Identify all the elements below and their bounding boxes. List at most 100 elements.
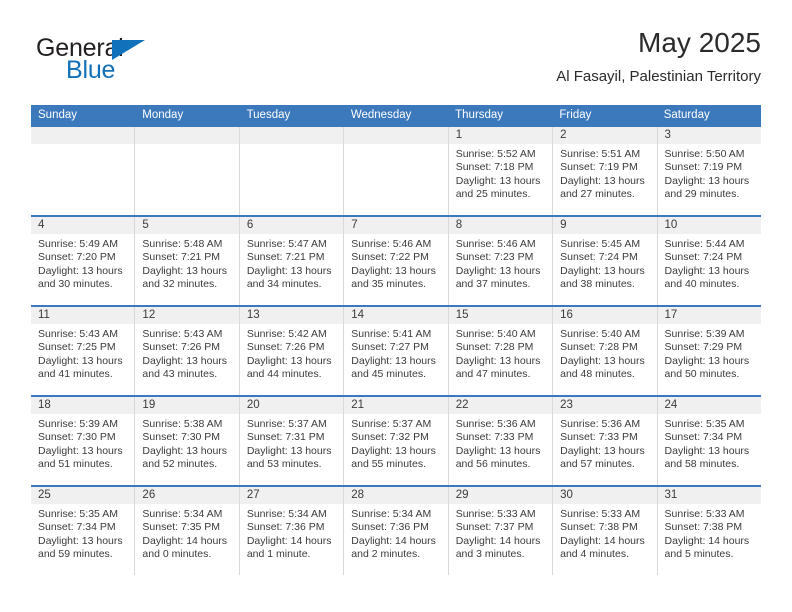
- sunset-text: Sunset: 7:26 PM: [246, 341, 325, 354]
- day-info: Sunrise: 5:37 AM Sunset: 7:31 PM Dayligh…: [240, 414, 343, 472]
- day-number: 24: [657, 397, 761, 414]
- day-info: Sunrise: 5:47 AM Sunset: 7:21 PM Dayligh…: [240, 234, 343, 292]
- sunrise-text: Sunrise: 5:33 AM: [664, 508, 745, 520]
- day-cell[interactable]: 22 Sunrise: 5:36 AM Sunset: 7:33 PM Dayl…: [448, 397, 554, 485]
- daylight-text: Daylight: 13 hours and 55 minutes.: [351, 444, 436, 471]
- day-cell[interactable]: 19 Sunrise: 5:38 AM Sunset: 7:30 PM Dayl…: [135, 397, 240, 485]
- day-cell[interactable]: 15 Sunrise: 5:40 AM Sunset: 7:28 PM Dayl…: [448, 307, 554, 395]
- daylight-text: Daylight: 13 hours and 50 minutes.: [664, 354, 750, 381]
- day-info: Sunrise: 5:43 AM Sunset: 7:26 PM Dayligh…: [135, 324, 238, 382]
- sunrise-text: Sunrise: 5:33 AM: [455, 508, 536, 520]
- day-cell[interactable]: 5 Sunrise: 5:48 AM Sunset: 7:21 PM Dayli…: [135, 217, 240, 305]
- day-cell[interactable]: 17 Sunrise: 5:39 AM Sunset: 7:29 PM Dayl…: [657, 307, 761, 395]
- day-cell[interactable]: 3 Sunrise: 5:50 AM Sunset: 7:19 PM Dayli…: [657, 127, 761, 215]
- daylight-text: Daylight: 13 hours and 34 minutes.: [246, 264, 332, 291]
- sunrise-text: Sunrise: 5:33 AM: [560, 508, 641, 520]
- sunset-text: Sunset: 7:22 PM: [351, 251, 429, 264]
- day-cell[interactable]: 6 Sunrise: 5:47 AM Sunset: 7:21 PM Dayli…: [239, 217, 345, 305]
- day-cell: [344, 127, 449, 215]
- daylight-text: Daylight: 13 hours and 57 minutes.: [560, 444, 645, 471]
- day-cell[interactable]: 14 Sunrise: 5:41 AM Sunset: 7:27 PM Dayl…: [344, 307, 449, 395]
- day-number: 23: [553, 397, 657, 414]
- day-cell[interactable]: 12 Sunrise: 5:43 AM Sunset: 7:26 PM Dayl…: [135, 307, 240, 395]
- daylight-text: Daylight: 13 hours and 47 minutes.: [455, 354, 541, 381]
- day-cell[interactable]: 27 Sunrise: 5:34 AM Sunset: 7:36 PM Dayl…: [239, 487, 345, 575]
- sunrise-text: Sunrise: 5:34 AM: [142, 508, 223, 520]
- sunrise-text: Sunrise: 5:37 AM: [351, 418, 432, 430]
- sunrise-text: Sunrise: 5:51 AM: [560, 148, 641, 160]
- day-cell[interactable]: 16 Sunrise: 5:40 AM Sunset: 7:28 PM Dayl…: [553, 307, 658, 395]
- day-cell[interactable]: 29 Sunrise: 5:33 AM Sunset: 7:37 PM Dayl…: [448, 487, 554, 575]
- daylight-text: Daylight: 13 hours and 53 minutes.: [246, 444, 332, 471]
- day-cell[interactable]: 20 Sunrise: 5:37 AM Sunset: 7:31 PM Dayl…: [239, 397, 345, 485]
- day-info: Sunrise: 5:35 AM Sunset: 7:34 PM Dayligh…: [31, 504, 134, 562]
- brand-name-bottom: Blue: [66, 56, 116, 84]
- daylight-text: Daylight: 13 hours and 27 minutes.: [560, 174, 645, 201]
- day-info: Sunrise: 5:41 AM Sunset: 7:27 PM Dayligh…: [344, 324, 447, 382]
- day-info: Sunrise: 5:52 AM Sunset: 7:18 PM Dayligh…: [449, 144, 552, 202]
- page-subtitle: Al Fasayil, Palestinian Territory: [556, 68, 761, 85]
- sunset-text: Sunset: 7:35 PM: [142, 521, 221, 534]
- day-number: 14: [344, 307, 448, 324]
- day-cell[interactable]: 13 Sunrise: 5:42 AM Sunset: 7:26 PM Dayl…: [239, 307, 345, 395]
- day-cell[interactable]: 2 Sunrise: 5:51 AM Sunset: 7:19 PM Dayli…: [553, 127, 658, 215]
- sunset-text: Sunset: 7:19 PM: [664, 161, 743, 174]
- sunset-text: Sunset: 7:36 PM: [246, 521, 325, 534]
- sunrise-text: Sunrise: 5:39 AM: [38, 418, 118, 430]
- weekday-thursday: Thursday: [455, 109, 504, 121]
- sunrise-text: Sunrise: 5:35 AM: [664, 418, 745, 430]
- day-cell[interactable]: 21 Sunrise: 5:37 AM Sunset: 7:32 PM Dayl…: [344, 397, 449, 485]
- sunset-text: Sunset: 7:34 PM: [664, 431, 743, 444]
- weekday-sunday: Sunday: [38, 109, 78, 121]
- sunset-text: Sunset: 7:30 PM: [38, 431, 116, 444]
- day-cell[interactable]: 30 Sunrise: 5:33 AM Sunset: 7:38 PM Dayl…: [553, 487, 658, 575]
- daylight-text: Daylight: 13 hours and 41 minutes.: [38, 354, 123, 381]
- day-info: Sunrise: 5:34 AM Sunset: 7:36 PM Dayligh…: [344, 504, 447, 562]
- day-number: [135, 127, 239, 144]
- day-number: 1: [448, 127, 553, 144]
- day-info: Sunrise: 5:39 AM Sunset: 7:30 PM Dayligh…: [31, 414, 134, 472]
- day-cell[interactable]: 26 Sunrise: 5:34 AM Sunset: 7:35 PM Dayl…: [135, 487, 240, 575]
- day-cell[interactable]: 25 Sunrise: 5:35 AM Sunset: 7:34 PM Dayl…: [31, 487, 136, 575]
- day-cell[interactable]: 11 Sunrise: 5:43 AM Sunset: 7:25 PM Dayl…: [31, 307, 136, 395]
- sunset-text: Sunset: 7:27 PM: [351, 341, 429, 354]
- day-cell[interactable]: 7 Sunrise: 5:46 AM Sunset: 7:22 PM Dayli…: [344, 217, 449, 305]
- daylight-text: Daylight: 13 hours and 51 minutes.: [38, 444, 123, 471]
- day-info: Sunrise: 5:42 AM Sunset: 7:26 PM Dayligh…: [240, 324, 343, 382]
- day-cell[interactable]: 18 Sunrise: 5:39 AM Sunset: 7:30 PM Dayl…: [31, 397, 136, 485]
- day-cell[interactable]: 9 Sunrise: 5:45 AM Sunset: 7:24 PM Dayli…: [553, 217, 658, 305]
- day-cell[interactable]: 24 Sunrise: 5:35 AM Sunset: 7:34 PM Dayl…: [657, 397, 761, 485]
- day-cell[interactable]: 8 Sunrise: 5:46 AM Sunset: 7:23 PM Dayli…: [448, 217, 554, 305]
- sunset-text: Sunset: 7:38 PM: [560, 521, 638, 534]
- sunrise-text: Sunrise: 5:36 AM: [560, 418, 641, 430]
- day-number: 26: [135, 487, 239, 504]
- day-cell[interactable]: 4 Sunrise: 5:49 AM Sunset: 7:20 PM Dayli…: [31, 217, 136, 305]
- day-cell[interactable]: 10 Sunrise: 5:44 AM Sunset: 7:24 PM Dayl…: [657, 217, 761, 305]
- title-block: May 2025 Al Fasayil, Palestinian Territo…: [556, 26, 761, 88]
- day-number: 20: [239, 397, 344, 414]
- daylight-text: Daylight: 13 hours and 30 minutes.: [38, 264, 123, 291]
- day-number: 3: [657, 127, 761, 144]
- day-info: Sunrise: 5:44 AM Sunset: 7:24 PM Dayligh…: [658, 234, 761, 292]
- day-cell[interactable]: 1 Sunrise: 5:52 AM Sunset: 7:18 PM Dayli…: [448, 127, 554, 215]
- sunrise-text: Sunrise: 5:34 AM: [246, 508, 327, 520]
- daylight-text: Daylight: 13 hours and 52 minutes.: [142, 444, 228, 471]
- sunrise-text: Sunrise: 5:40 AM: [455, 328, 536, 340]
- day-number: 10: [657, 217, 761, 234]
- day-cell[interactable]: 31 Sunrise: 5:33 AM Sunset: 7:38 PM Dayl…: [657, 487, 761, 575]
- day-cell[interactable]: 28 Sunrise: 5:34 AM Sunset: 7:36 PM Dayl…: [344, 487, 449, 575]
- daylight-text: Daylight: 13 hours and 29 minutes.: [664, 174, 750, 201]
- day-number: 5: [135, 217, 239, 234]
- calendar-grid: Sunday Monday Tuesday Wednesday Thursday…: [31, 105, 761, 575]
- day-info: Sunrise: 5:36 AM Sunset: 7:33 PM Dayligh…: [449, 414, 552, 472]
- sunset-text: Sunset: 7:21 PM: [246, 251, 325, 264]
- day-info: Sunrise: 5:48 AM Sunset: 7:21 PM Dayligh…: [135, 234, 238, 292]
- day-number: 30: [553, 487, 657, 504]
- sunrise-text: Sunrise: 5:52 AM: [455, 148, 536, 160]
- brand-logo[interactable]: General Blue: [36, 34, 226, 90]
- sunset-text: Sunset: 7:21 PM: [142, 251, 221, 264]
- day-number: 29: [448, 487, 553, 504]
- sunrise-text: Sunrise: 5:43 AM: [38, 328, 118, 340]
- day-number: 2: [553, 127, 657, 144]
- day-cell[interactable]: 23 Sunrise: 5:36 AM Sunset: 7:33 PM Dayl…: [553, 397, 658, 485]
